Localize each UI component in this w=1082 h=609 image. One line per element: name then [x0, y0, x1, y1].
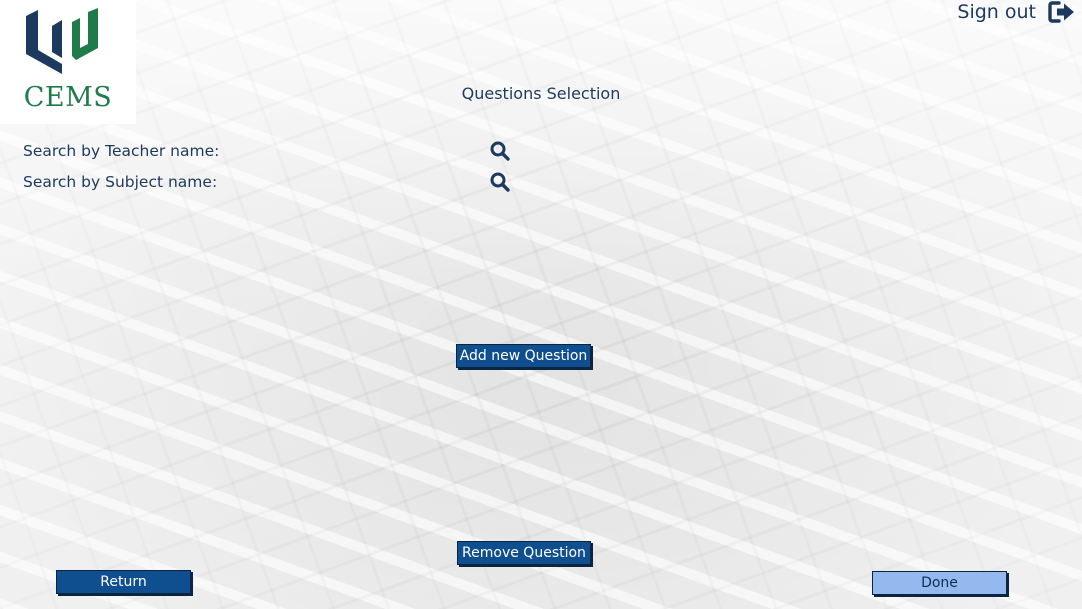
subject-search-row: Search by Subject name: — [23, 170, 523, 194]
page-title: Questions Selection — [461, 84, 621, 103]
sign-out-button[interactable]: Sign out — [957, 0, 1076, 24]
sign-out-label: Sign out — [957, 1, 1036, 23]
remove-question-button[interactable]: Remove Question — [457, 541, 591, 565]
search-icon[interactable] — [489, 140, 511, 162]
subject-search-label: Search by Subject name: — [23, 173, 218, 191]
add-question-button[interactable]: Add new Question — [456, 344, 591, 368]
sign-out-icon — [1048, 1, 1074, 23]
done-button[interactable]: Done — [872, 571, 1007, 595]
cems-logo: CEMS — [0, 0, 136, 124]
teacher-search-label: Search by Teacher name: — [23, 142, 220, 160]
search-icon[interactable] — [489, 171, 511, 193]
teacher-search-row: Search by Teacher name: — [23, 139, 523, 163]
cems-logo-icon — [26, 8, 98, 74]
return-button[interactable]: Return — [56, 570, 191, 594]
